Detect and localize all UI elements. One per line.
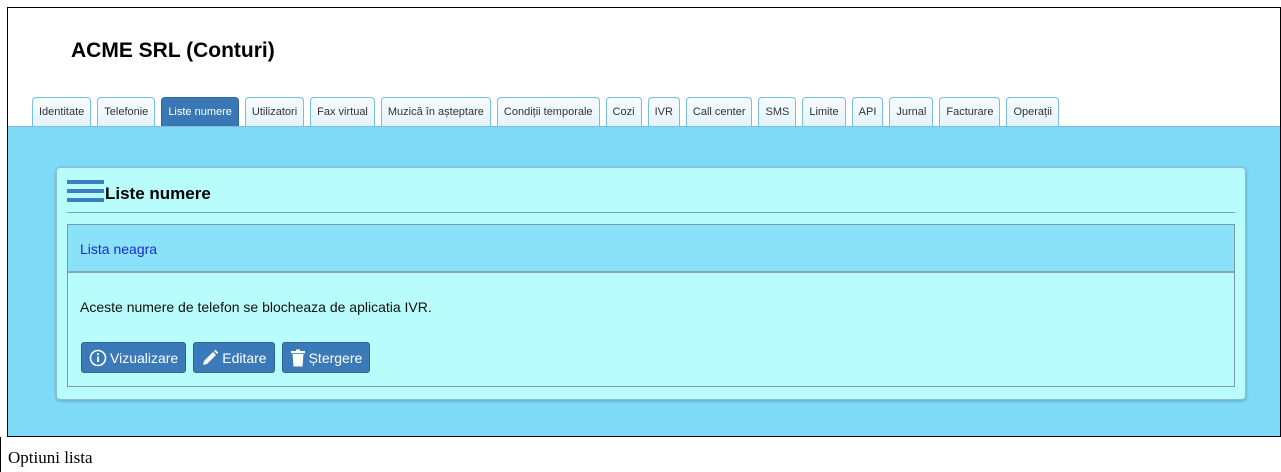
tab-sms[interactable]: SMS <box>758 97 797 126</box>
tab-call-center[interactable]: Call center <box>685 97 753 126</box>
panel-header: Liste numere <box>67 176 1235 213</box>
tab-facturare[interactable]: Facturare <box>939 97 1001 126</box>
view-button-label: Vizualizare <box>110 349 179 366</box>
tab-fax-virtual[interactable]: Fax virtual <box>310 97 375 126</box>
view-button[interactable]: Vizualizare <box>81 342 187 373</box>
tab-conditii-temporale[interactable]: Condiții temporale <box>496 97 600 126</box>
list-description: Aceste numere de telefon se blocheaza de… <box>80 299 432 315</box>
tab-liste-numere[interactable]: Liste numere <box>161 97 239 126</box>
number-lists-panel: Liste numere Lista neagra Aceste numere … <box>56 167 1246 400</box>
caption: Optiuni lista <box>8 448 93 467</box>
menu-icon[interactable] <box>67 180 104 212</box>
tab-operatii[interactable]: Operații <box>1006 97 1059 126</box>
panel-title: Liste numere <box>105 184 211 203</box>
edit-button[interactable]: Editare <box>193 342 275 373</box>
tab-limite[interactable]: Limite <box>802 97 846 126</box>
delete-button-label: Ștergere <box>308 349 363 366</box>
tab-muzica-in-asteptare[interactable]: Muzică în așteptare <box>380 97 491 126</box>
tab-cozi[interactable]: Cozi <box>605 97 642 126</box>
edit-button-label: Editare <box>222 349 267 366</box>
window-frame: ACME SRL (Conturi) Identitate Telefonie … <box>7 7 1281 437</box>
tab-ivr[interactable]: IVR <box>647 97 680 126</box>
caption-left-border <box>0 437 1 472</box>
tab-telefonie[interactable]: Telefonie <box>97 97 156 126</box>
content-area: Liste numere Lista neagra Aceste numere … <box>8 126 1280 436</box>
tab-identitate[interactable]: Identitate <box>32 97 92 126</box>
list-item: Lista neagra Aceste numere de telefon se… <box>67 224 1235 387</box>
delete-button[interactable]: Ștergere <box>281 342 371 373</box>
tab-api[interactable]: API <box>851 97 884 126</box>
list-actions: Vizualizare Editare Ștergere <box>81 342 377 373</box>
list-name[interactable]: Lista neagra <box>68 225 1234 273</box>
info-icon <box>89 349 107 366</box>
tab-bar: Identitate Telefonie Liste numere Utiliz… <box>32 96 1065 126</box>
tab-jurnal[interactable]: Jurnal <box>889 97 934 126</box>
trash-icon <box>290 349 305 366</box>
tab-utilizatori[interactable]: Utilizatori <box>244 97 305 126</box>
account-title: ACME SRL (Conturi) <box>71 39 275 62</box>
pencil-icon <box>203 349 219 365</box>
